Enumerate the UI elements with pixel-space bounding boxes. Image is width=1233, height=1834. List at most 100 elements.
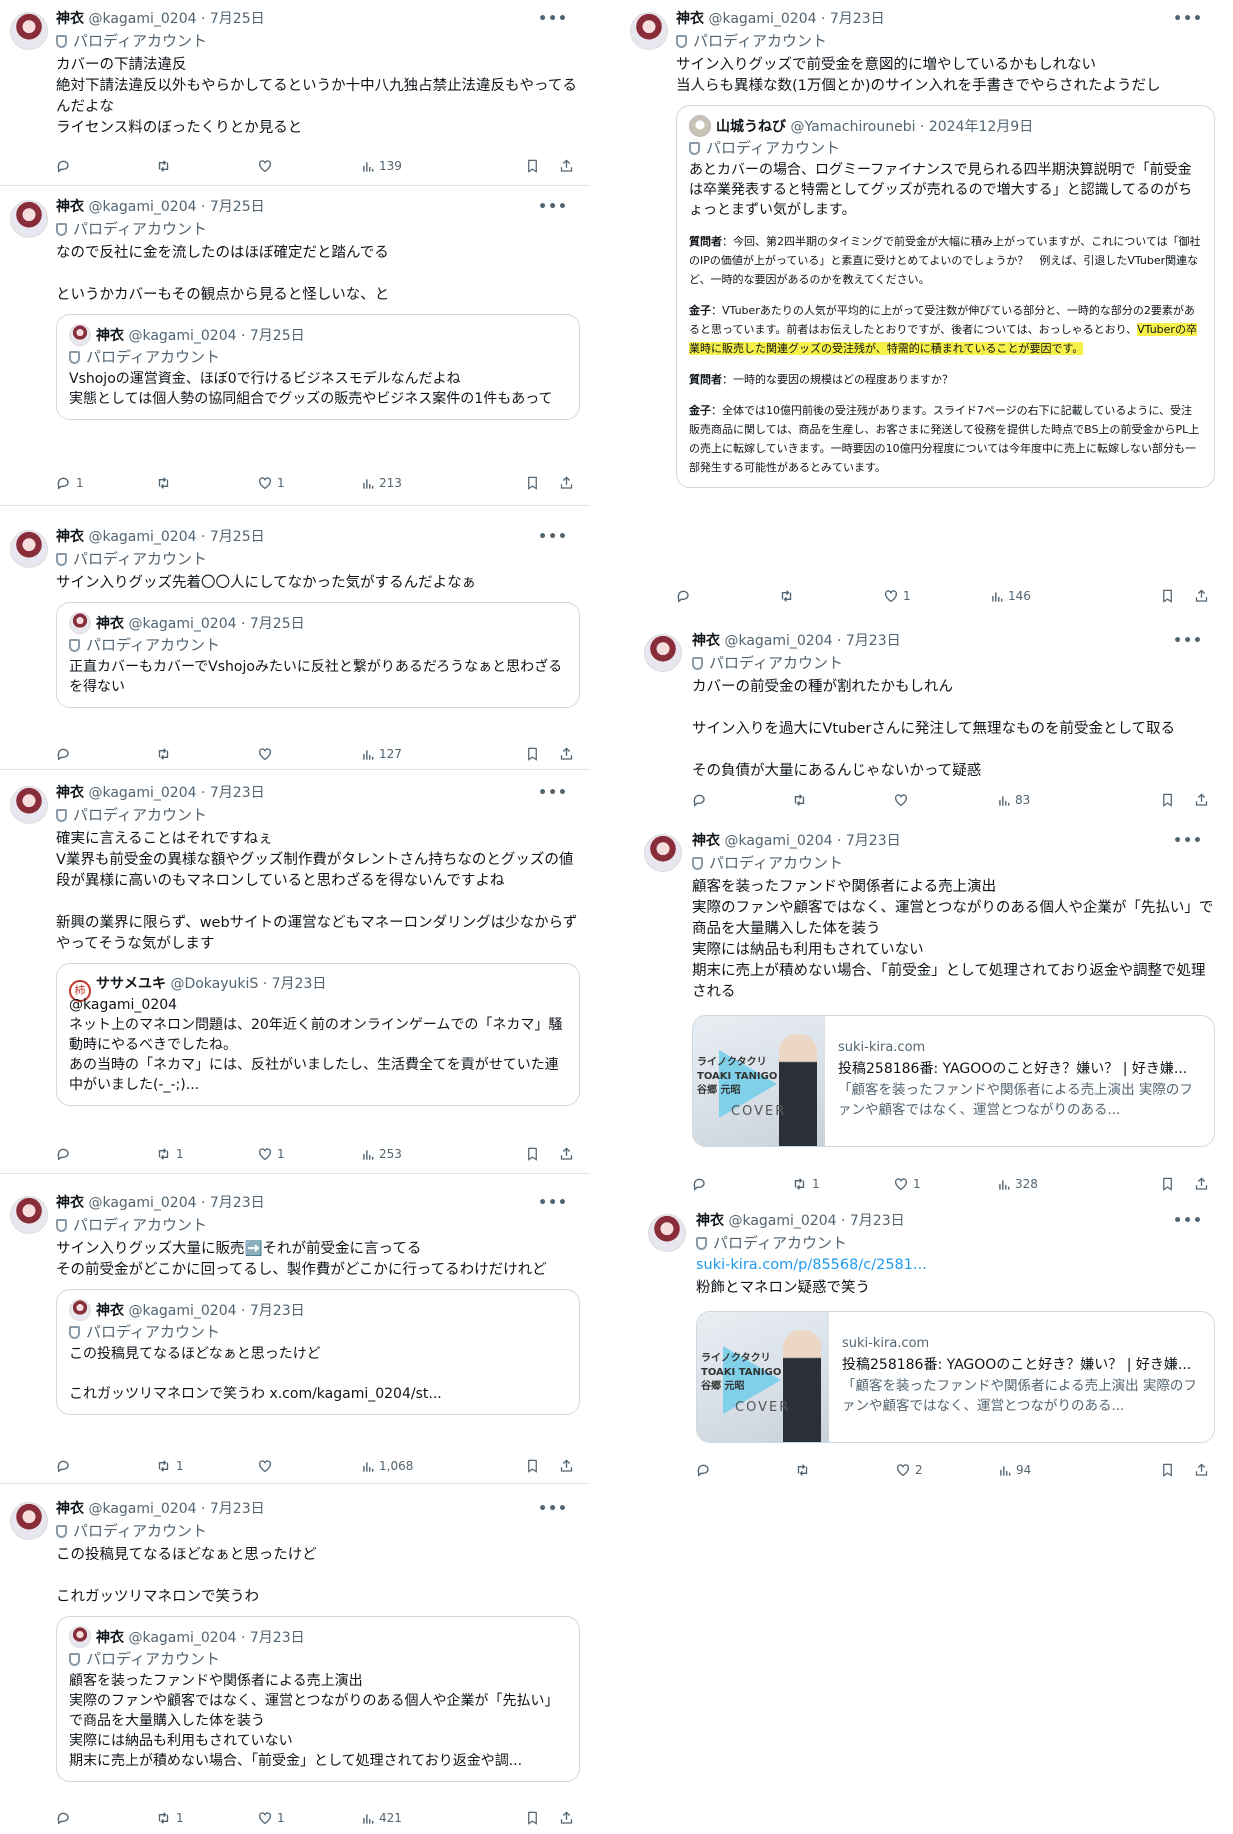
author-handle[interactable]: @kagami_0204 <box>708 11 816 27</box>
bookmark-button[interactable] <box>1160 584 1179 608</box>
share-button[interactable] <box>559 1806 578 1830</box>
tweet[interactable]: 神衣 @kagami_0204 · 7月23日 ••• パロディアカウント suk… <box>620 1202 1225 1502</box>
author-handle[interactable]: @kagami_0204 <box>728 1213 836 1229</box>
views-button[interactable]: 83 <box>997 788 1030 812</box>
repost-button[interactable]: 1 <box>155 1142 184 1166</box>
bookmark-button[interactable] <box>1160 788 1179 812</box>
like-button[interactable]: 1 <box>257 471 285 495</box>
link-card[interactable]: ライノクタクリ TOAKI TANIGO 谷郷 元昭 COVER suki-kir… <box>692 1015 1215 1147</box>
repost-button[interactable] <box>794 1458 815 1482</box>
bookmark-button[interactable] <box>525 742 544 766</box>
like-button[interactable] <box>893 788 913 812</box>
like-button[interactable]: 1 <box>257 1142 285 1166</box>
author-name[interactable]: 神衣 <box>696 1213 724 1229</box>
avatar[interactable] <box>630 12 668 50</box>
repost-button[interactable] <box>778 584 799 608</box>
share-button[interactable] <box>1194 788 1213 812</box>
share-button[interactable] <box>1194 1172 1213 1196</box>
repost-button[interactable] <box>155 471 176 495</box>
share-button[interactable] <box>1194 584 1213 608</box>
like-button[interactable]: 2 <box>895 1458 923 1482</box>
reply-button[interactable] <box>692 1172 712 1196</box>
views-button[interactable]: 328 <box>997 1172 1038 1196</box>
author-name[interactable]: 神衣 <box>56 1195 84 1211</box>
avatar[interactable] <box>644 834 682 872</box>
author-name[interactable]: 神衣 <box>56 1501 84 1517</box>
author-handle[interactable]: @kagami_0204 <box>88 11 196 27</box>
more-options-button[interactable]: ••• <box>538 8 568 30</box>
quoted-tweet[interactable]: 神衣 @kagami_0204 · 7月23日 パロディアカウント 顧客を装った… <box>56 1616 580 1782</box>
repost-button[interactable]: 1 <box>155 1454 184 1478</box>
author-name[interactable]: 神衣 <box>56 11 84 27</box>
avatar[interactable] <box>10 200 48 238</box>
tweet-date[interactable]: 7月23日 <box>210 1195 265 1211</box>
author-handle[interactable]: @kagami_0204 <box>88 529 196 545</box>
tweet-date[interactable]: 7月23日 <box>830 11 885 27</box>
more-options-button[interactable]: ••• <box>1173 1210 1203 1232</box>
quoted-tweet[interactable]: 神衣 @kagami_0204 · 7月23日 パロディアカウント この投稿見て… <box>56 1289 580 1415</box>
views-button[interactable]: 253 <box>361 1142 402 1166</box>
more-options-button[interactable]: ••• <box>1173 830 1203 852</box>
author-name[interactable]: 神衣 <box>56 529 84 545</box>
share-button[interactable] <box>559 154 578 178</box>
like-button[interactable] <box>257 742 277 766</box>
reply-button[interactable] <box>56 1806 76 1830</box>
like-button[interactable] <box>257 154 277 178</box>
more-options-button[interactable]: ••• <box>538 526 568 548</box>
like-button[interactable]: 1 <box>257 1806 285 1830</box>
link-card[interactable]: ライノクタクリ TOAKI TANIGO 谷郷 元昭 COVER suki-kir… <box>696 1311 1215 1443</box>
repost-button[interactable] <box>155 154 176 178</box>
reply-button[interactable] <box>696 1458 716 1482</box>
like-button[interactable] <box>257 1454 277 1478</box>
repost-button[interactable]: 1 <box>791 1172 820 1196</box>
like-button[interactable]: 1 <box>893 1172 921 1196</box>
more-options-button[interactable]: ••• <box>1173 8 1203 30</box>
bookmark-button[interactable] <box>525 1806 544 1830</box>
bookmark-button[interactable] <box>525 1142 544 1166</box>
tweet[interactable]: 神衣 @kagami_0204 · 7月23日 ••• パロディアカウント この投… <box>0 1490 590 1834</box>
tweet-date[interactable]: 7月23日 <box>210 1501 265 1517</box>
repost-button[interactable]: 1 <box>155 1806 184 1830</box>
tweet[interactable]: 神衣 @kagami_0204 · 7月25日 ••• パロディアカウント カバー… <box>0 0 590 186</box>
author-name[interactable]: 神衣 <box>692 833 720 849</box>
reply-button[interactable] <box>56 1454 76 1478</box>
tweet-date[interactable]: 7月25日 <box>210 199 265 215</box>
share-button[interactable] <box>559 471 578 495</box>
tweet-date[interactable]: 7月23日 <box>210 785 265 801</box>
reply-button[interactable] <box>56 742 76 766</box>
views-button[interactable]: 127 <box>361 742 402 766</box>
reply-button[interactable] <box>676 584 696 608</box>
author-handle[interactable]: @kagami_0204 <box>724 633 832 649</box>
bookmark-button[interactable] <box>1160 1172 1179 1196</box>
tweet[interactable]: 神衣 @kagami_0204 · 7月23日 ••• パロディアカウント カバー… <box>620 622 1225 818</box>
more-options-button[interactable]: ••• <box>538 196 568 218</box>
bookmark-button[interactable] <box>1160 1458 1179 1482</box>
views-button[interactable]: 146 <box>990 584 1031 608</box>
share-button[interactable] <box>559 742 578 766</box>
author-name[interactable]: 神衣 <box>56 785 84 801</box>
author-name[interactable]: 神衣 <box>56 199 84 215</box>
tweet-date[interactable]: 7月25日 <box>210 11 265 27</box>
tweet-date[interactable]: 7月23日 <box>850 1213 905 1229</box>
views-button[interactable]: 421 <box>361 1806 402 1830</box>
quoted-tweet[interactable]: 神衣 @kagami_0204 · 7月25日 パロディアカウント Vshojo… <box>56 314 580 420</box>
tweet-date[interactable]: 7月23日 <box>846 833 901 849</box>
avatar[interactable] <box>10 1502 48 1540</box>
avatar[interactable] <box>10 530 48 568</box>
views-button[interactable]: 94 <box>998 1458 1031 1482</box>
bookmark-button[interactable] <box>525 471 544 495</box>
tweet-date[interactable]: 7月23日 <box>846 633 901 649</box>
author-handle[interactable]: @kagami_0204 <box>88 1195 196 1211</box>
more-options-button[interactable]: ••• <box>538 782 568 804</box>
share-button[interactable] <box>559 1454 578 1478</box>
tweet[interactable]: 神衣 @kagami_0204 · 7月25日 ••• パロディアカウント なので… <box>0 188 590 506</box>
repost-button[interactable] <box>791 788 812 812</box>
views-button[interactable]: 213 <box>361 471 402 495</box>
tweet[interactable]: 神衣 @kagami_0204 · 7月23日 ••• パロディアカウント サイン… <box>0 1184 590 1484</box>
avatar[interactable] <box>10 786 48 824</box>
author-handle[interactable]: @kagami_0204 <box>88 1501 196 1517</box>
tweet[interactable]: 神衣 @kagami_0204 · 7月23日 ••• パロディアカウント 確実に… <box>0 774 590 1174</box>
tweet-date[interactable]: 7月25日 <box>210 529 265 545</box>
tweet[interactable]: 神衣 @kagami_0204 · 7月25日 ••• パロディアカウント サイン… <box>0 518 590 770</box>
share-button[interactable] <box>1194 1458 1213 1482</box>
